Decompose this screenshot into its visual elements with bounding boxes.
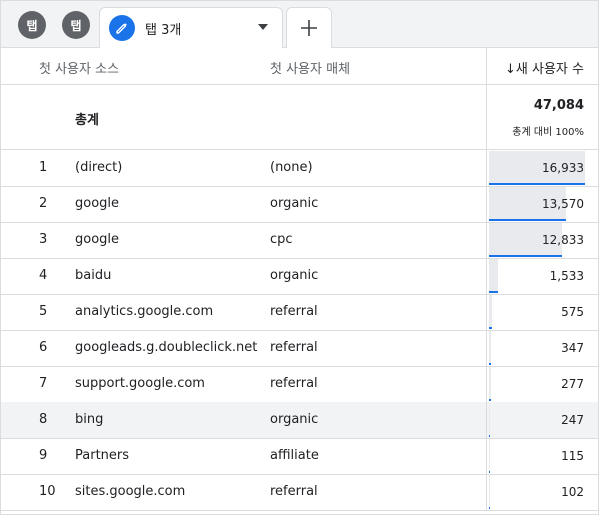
add-tab-button[interactable]: [286, 7, 332, 48]
row-rank: 1: [39, 160, 48, 175]
row-metric-cell: 277: [486, 366, 598, 402]
row-bar-fill: [489, 295, 492, 329]
row-bar-indicator: [489, 327, 492, 329]
row-bar-fill: [489, 403, 490, 437]
tab-active[interactable]: 탭 3개: [99, 7, 283, 48]
row-source: bing: [75, 412, 104, 427]
table-row[interactable]: 3 google cpc 12,833: [1, 222, 598, 259]
row-bar-indicator: [489, 399, 491, 401]
table-row[interactable]: 5 analytics.google.com referral 575: [1, 294, 598, 331]
table-row[interactable]: 9 Partners affiliate 115: [1, 438, 598, 475]
row-rank: 5: [39, 304, 48, 319]
row-bar-fill: [489, 475, 490, 509]
row-bar-indicator: [489, 507, 490, 509]
row-medium: referral: [270, 340, 318, 355]
row-bar-indicator: [489, 363, 491, 365]
row-rank: 6: [39, 340, 48, 355]
row-metric-cell: 13,570: [486, 186, 598, 222]
row-metric-cell: 102: [486, 474, 598, 510]
header-first-user-medium[interactable]: 첫 사용자 매체: [270, 58, 350, 77]
table-row[interactable]: 10 sites.google.com referral 102: [1, 474, 598, 511]
row-medium: referral: [270, 376, 318, 391]
row-medium: cpc: [270, 232, 293, 247]
row-source: Partners: [75, 448, 130, 463]
tab-2-label: 탭: [70, 18, 82, 33]
totals-value: 47,084: [533, 98, 584, 113]
row-rank: 7: [39, 376, 48, 391]
row-source: (direct): [75, 160, 123, 175]
row-bar-fill: [489, 367, 491, 401]
row-source: googleads.g.doubleclick.net: [75, 340, 258, 355]
totals-metric-cell: 47,084 총계 대비 100%: [486, 85, 598, 149]
row-bar-fill: [489, 259, 498, 293]
row-new-users-value: 575: [561, 305, 584, 319]
row-rank: 10: [39, 484, 56, 499]
row-metric-cell: 1,533: [486, 258, 598, 294]
row-bar-fill: [489, 331, 491, 365]
plus-icon: [301, 20, 317, 36]
row-medium: affiliate: [270, 448, 319, 463]
totals-row: 총계 47,084 총계 대비 100%: [1, 85, 598, 150]
row-rank: 2: [39, 196, 48, 211]
row-new-users-value: 12,833: [542, 233, 584, 247]
totals-label: 총계: [75, 113, 99, 128]
row-rank: 3: [39, 232, 48, 247]
row-new-users-value: 247: [561, 413, 584, 427]
row-new-users-value: 115: [561, 449, 584, 463]
row-source: support.google.com: [75, 376, 205, 391]
row-source: sites.google.com: [75, 484, 186, 499]
totals-percent: 총계 대비 100%: [512, 127, 584, 138]
row-metric-cell: 247: [486, 402, 598, 438]
row-bar-indicator: [489, 183, 585, 185]
table-row[interactable]: 7 support.google.com referral 277: [1, 366, 598, 403]
row-new-users-value: 13,570: [542, 197, 584, 211]
row-metric-cell: 347: [486, 330, 598, 366]
row-bar-indicator: [489, 291, 498, 293]
header-metric-cell: ↓새 사용자 수: [486, 48, 598, 84]
row-metric-cell: 575: [486, 294, 598, 330]
tab-active-label: 탭 3개: [145, 23, 182, 38]
table-row[interactable]: 1 (direct) (none) 16,933: [1, 150, 598, 187]
row-rank: 9: [39, 448, 48, 463]
tab-1[interactable]: 탭: [18, 11, 46, 39]
table-row[interactable]: 8 bing organic 247: [1, 402, 598, 439]
row-metric-cell: 16,933: [486, 150, 598, 186]
table-row[interactable]: 2 google organic 13,570: [1, 186, 598, 223]
row-rank: 4: [39, 268, 48, 283]
table-row[interactable]: 6 googleads.g.doubleclick.net referral 347: [1, 330, 598, 367]
tab-bar: 탭 탭 탭 3개: [1, 1, 598, 48]
report-table-card: 탭 탭 탭 3개 첫 사용자 소스 첫 사용자 매체 ↓새 사용자 수 총계 4…: [0, 0, 599, 515]
row-medium: (none): [270, 160, 313, 175]
pencil-icon[interactable]: [109, 15, 135, 41]
row-metric-cell: 115: [486, 438, 598, 474]
row-source: google: [75, 232, 120, 247]
row-bar-fill: [489, 439, 490, 473]
row-new-users-value: 347: [561, 341, 584, 355]
tab-1-label: 탭: [26, 18, 38, 33]
table-row[interactable]: 4 baidu organic 1,533: [1, 258, 598, 295]
header-new-users[interactable]: ↓새 사용자 수: [505, 58, 584, 77]
row-medium: referral: [270, 484, 318, 499]
row-bar-indicator: [489, 255, 562, 257]
row-source: analytics.google.com: [75, 304, 214, 319]
row-medium: organic: [270, 268, 319, 283]
row-bar-indicator: [489, 219, 566, 221]
row-source: baidu: [75, 268, 112, 283]
header-first-user-source[interactable]: 첫 사용자 소스: [39, 58, 119, 77]
row-rank: 8: [39, 412, 48, 427]
caret-down-icon[interactable]: [258, 24, 268, 30]
row-bar-indicator: [489, 435, 490, 437]
row-new-users-value: 1,533: [549, 269, 584, 283]
row-source: google: [75, 196, 120, 211]
tab-2[interactable]: 탭: [62, 11, 90, 39]
row-metric-cell: 12,833: [486, 222, 598, 258]
row-bar-indicator: [489, 471, 490, 473]
row-new-users-value: 16,933: [542, 161, 584, 175]
table-header: 첫 사용자 소스 첫 사용자 매체 ↓새 사용자 수: [1, 48, 598, 85]
row-new-users-value: 277: [561, 377, 584, 391]
row-new-users-value: 102: [561, 485, 584, 499]
row-medium: organic: [270, 412, 319, 427]
row-medium: organic: [270, 196, 319, 211]
row-medium: referral: [270, 304, 318, 319]
